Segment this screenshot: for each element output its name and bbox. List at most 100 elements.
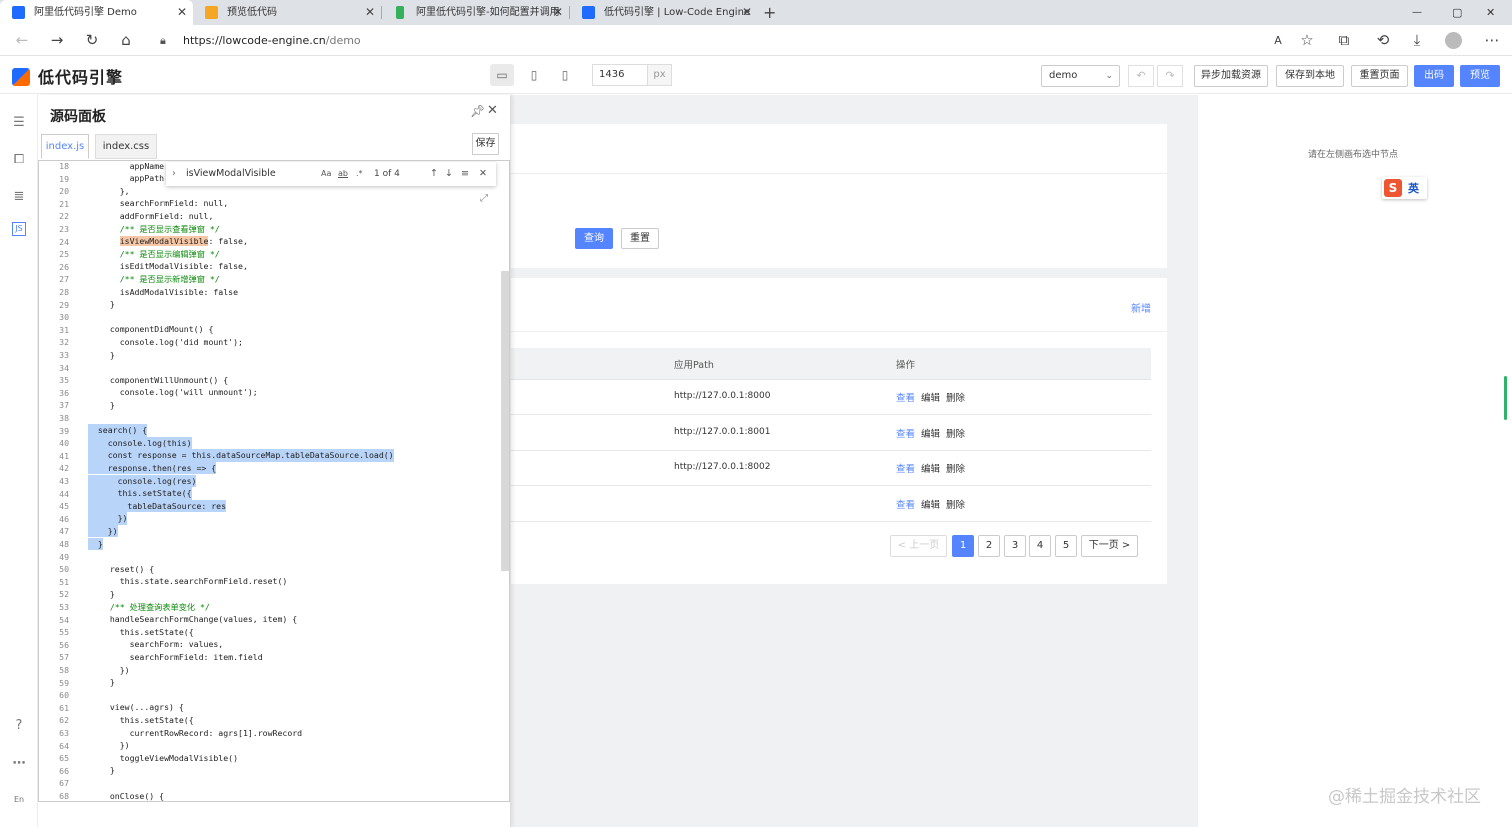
avatar[interactable] xyxy=(1445,32,1462,49)
pin-icon[interactable]: 📌︎ xyxy=(470,104,485,118)
browser-tab-0[interactable]: 阿里低代码引擎 Demo ✕ xyxy=(0,0,193,25)
edit-link[interactable]: 编辑 xyxy=(921,461,940,475)
delete-link[interactable]: 删除 xyxy=(946,497,965,511)
column-header-actions: 操作 xyxy=(896,360,916,371)
browser-tab-3[interactable]: 低代码引擎 | Low-Code Engine ✕ xyxy=(570,0,758,25)
edit-link[interactable]: 编辑 xyxy=(921,497,940,511)
reset-button[interactable]: 重置 xyxy=(621,228,659,249)
lock-icon[interactable]: 🔒︎ xyxy=(160,28,166,53)
more-icon[interactable]: ⋯ xyxy=(9,754,29,774)
home-icon[interactable]: ⌂ xyxy=(114,25,138,56)
url-host: https://lowcode-engine.cn xyxy=(183,34,326,47)
source-code-js-icon[interactable]: JS xyxy=(12,222,26,236)
pagination-page-2[interactable]: 2 xyxy=(978,535,1000,557)
line-number: 27 xyxy=(59,274,69,285)
favorite-star-icon[interactable]: ☆ xyxy=(1295,25,1319,56)
browser-tab-1[interactable]: 预览低代码 ✕ xyxy=(193,0,381,25)
undo-icon[interactable]: ↶ xyxy=(1128,65,1154,87)
minimize-button[interactable]: — xyxy=(1412,0,1422,25)
language-en-icon[interactable]: En xyxy=(9,790,29,810)
query-button[interactable]: 查询 xyxy=(575,228,613,249)
phone-device-icon[interactable]: ▯ xyxy=(553,64,577,86)
pagination-page-5[interactable]: 5 xyxy=(1055,535,1077,557)
code-line: appName: xyxy=(100,160,170,171)
previous-match-arrow-icon[interactable]: ↑ xyxy=(430,162,438,186)
extensions-icon[interactable]: ⧉ xyxy=(1332,25,1356,56)
find-input[interactable]: isViewModalVisible xyxy=(184,162,319,186)
pagination-page-3[interactable]: 3 xyxy=(1004,535,1026,557)
code-line: /** 是否显示查看弹窗 */ xyxy=(100,223,220,234)
logo-text: 低代码引擎 xyxy=(38,68,124,87)
desktop-device-icon[interactable]: ▭ xyxy=(490,64,514,86)
history-icon[interactable]: ⟲ xyxy=(1371,25,1395,56)
line-number: 64 xyxy=(59,740,69,751)
more-menu-icon[interactable]: ⋯ xyxy=(1480,25,1504,56)
outline-tree-icon[interactable]: ☰ xyxy=(9,113,29,133)
back-arrow-icon[interactable]: ← xyxy=(10,25,34,56)
preview-button[interactable]: 预览 xyxy=(1460,65,1500,87)
edit-link[interactable]: 编辑 xyxy=(921,426,940,440)
scenario-select[interactable]: demo ⌄ xyxy=(1041,65,1120,87)
next-match-arrow-icon[interactable]: ↓ xyxy=(445,162,453,186)
code-line: console.log('did mount'); xyxy=(100,336,243,347)
find-in-selection-icon[interactable]: ≡ xyxy=(461,162,469,186)
tablet-device-icon[interactable]: ▯ xyxy=(522,64,546,86)
browser-tab-2[interactable]: 阿里低代码引擎-如何配置并调用 ✕ xyxy=(382,0,569,25)
canvas-width-input[interactable]: 1436 xyxy=(592,64,648,86)
delete-link[interactable]: 删除 xyxy=(946,390,965,404)
close-icon[interactable]: ✕ xyxy=(487,103,498,118)
match-case-toggle[interactable]: Aa xyxy=(321,162,331,186)
close-tab-icon[interactable]: ✕ xyxy=(177,0,187,25)
tab-title: 阿里低代码引擎-如何配置并调用 xyxy=(416,7,560,18)
expand-icon[interactable]: ⤢ xyxy=(480,193,488,204)
maximize-button[interactable]: ▢ xyxy=(1452,0,1462,25)
tab-title: 低代码引擎 | Low-Code Engine xyxy=(604,7,751,18)
editor-scrollbar[interactable] xyxy=(501,271,509,571)
download-icon[interactable]: ⤓ xyxy=(1405,25,1429,56)
redo-icon[interactable]: ↷ xyxy=(1157,65,1183,87)
datasource-icon[interactable]: ≣ xyxy=(9,187,29,207)
reset-page-button[interactable]: 重置页面 xyxy=(1351,65,1408,87)
component-library-icon[interactable]: ⧠ xyxy=(9,150,29,170)
add-link[interactable]: 新增 xyxy=(1131,300,1151,315)
new-tab-button[interactable]: + xyxy=(763,0,776,25)
view-link[interactable]: 查看 xyxy=(896,461,915,475)
tab-index-js[interactable]: index.js xyxy=(41,134,89,159)
close-tab-icon[interactable]: ✕ xyxy=(365,0,375,25)
scroll-indicator[interactable] xyxy=(1504,376,1507,420)
regex-toggle[interactable]: .* xyxy=(356,162,363,186)
view-link[interactable]: 查看 xyxy=(896,390,915,404)
code-editor[interactable]: 18 appName: 19 appPath: 20 }, 21 searchForm… xyxy=(38,160,510,802)
forward-arrow-icon[interactable]: → xyxy=(45,25,69,56)
help-icon[interactable]: ? xyxy=(9,716,29,736)
delete-link[interactable]: 删除 xyxy=(946,426,965,440)
chevron-right-icon[interactable]: › xyxy=(172,162,176,186)
view-link[interactable]: 查看 xyxy=(896,497,915,511)
pagination-prev-button[interactable]: < 上一页 xyxy=(890,535,947,557)
line-number: 51 xyxy=(59,576,69,587)
close-window-button[interactable]: ✕ xyxy=(1486,0,1495,25)
tab-index-css[interactable]: index.css xyxy=(95,134,157,159)
view-link[interactable]: 查看 xyxy=(896,426,915,440)
pagination-page-4[interactable]: 4 xyxy=(1029,535,1051,557)
code-line: }) xyxy=(100,740,130,751)
url-field[interactable]: 🔒︎ https://lowcode-engine.cn/demo xyxy=(150,28,1330,53)
save-button[interactable]: 保存 xyxy=(472,133,499,155)
close-tab-icon[interactable]: ✕ xyxy=(553,0,563,25)
pagination-next-button[interactable]: 下一页 > xyxy=(1081,535,1138,557)
line-number: 19 xyxy=(59,173,69,184)
pagination-page-1[interactable]: 1 xyxy=(952,535,974,557)
export-code-button[interactable]: 出码 xyxy=(1414,65,1454,87)
close-tab-icon[interactable]: ✕ xyxy=(742,0,752,25)
close-find-icon[interactable]: ✕ xyxy=(479,162,487,186)
match-word-toggle[interactable]: ab xyxy=(338,162,348,186)
ime-widget[interactable]: S 英 xyxy=(1382,177,1427,199)
delete-link[interactable]: 删除 xyxy=(946,461,965,475)
async-load-button[interactable]: 异步加载资源 xyxy=(1194,65,1268,87)
code-line: }) xyxy=(88,512,128,525)
save-local-button[interactable]: 保存到本地 xyxy=(1276,65,1344,87)
refresh-icon[interactable]: ↻ xyxy=(80,25,104,56)
code-line: const response = this.dataSourceMap.tabl… xyxy=(88,449,394,462)
edit-link[interactable]: 编辑 xyxy=(921,390,940,404)
read-aloud-icon[interactable]: A xyxy=(1266,25,1290,56)
